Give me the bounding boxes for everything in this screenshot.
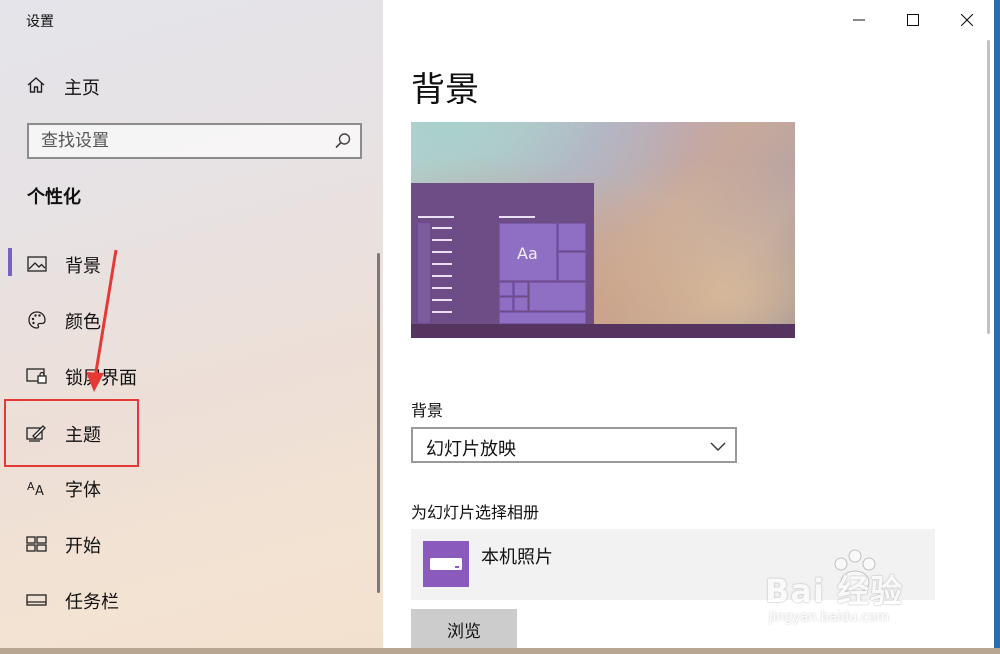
close-icon — [961, 14, 973, 26]
minimize-button[interactable] — [832, 0, 886, 40]
sidebar-scrollbar[interactable] — [377, 253, 380, 593]
preview-sample-text: Aa — [517, 244, 538, 263]
search-box[interactable] — [27, 123, 362, 159]
preview-tile — [514, 297, 528, 311]
background-type-value: 幻灯片放映 — [426, 439, 516, 460]
sidebar-item-lock-screen[interactable]: 锁屏界面 — [0, 356, 370, 396]
sidebar-item-label: 锁屏界面 — [65, 368, 137, 389]
sidebar-item-colors[interactable]: 颜色 — [0, 300, 370, 340]
preview-line — [418, 216, 454, 218]
window-edge-right — [994, 0, 1000, 654]
sidebar-item-label: 任务栏 — [65, 592, 119, 613]
sidebar-item-label: 背景 — [65, 256, 101, 277]
preview-line — [432, 299, 452, 301]
background-type-dropdown[interactable]: 幻灯片放映 — [411, 427, 737, 463]
preview-line — [432, 287, 452, 289]
svg-text:A: A — [35, 484, 44, 497]
sidebar-item-start[interactable]: 开始 — [0, 524, 370, 564]
preview-tile — [558, 252, 586, 281]
settings-window: 设置 主页 个性化 背景 颜色 — [0, 0, 994, 648]
home-label: 主页 — [64, 78, 100, 99]
sidebar-item-fonts[interactable]: AA 字体 — [0, 468, 370, 508]
palette-icon — [26, 310, 48, 330]
preview-line — [432, 311, 452, 313]
preview-line — [432, 275, 452, 277]
main-content: 背景 Aa 背景 幻灯片放映 为幻灯片选择相册 本机照片 浏览 — [383, 0, 994, 648]
chevron-down-icon — [710, 438, 726, 457]
sidebar-item-label: 开始 — [65, 536, 101, 557]
maximize-button[interactable] — [886, 0, 940, 40]
app-title: 设置 — [26, 14, 54, 30]
font-icon: AA — [26, 478, 48, 498]
theme-brush-icon — [26, 423, 48, 443]
lock-screen-icon — [26, 366, 48, 386]
sidebar-item-themes[interactable]: 主题 — [0, 413, 370, 453]
preview-taskbar — [411, 324, 795, 338]
album-item[interactable]: 本机照片 — [411, 529, 935, 600]
preview-line — [432, 239, 452, 241]
album-name: 本机照片 — [481, 547, 553, 568]
browse-button[interactable]: 浏览 — [411, 609, 517, 648]
preview-line — [499, 216, 535, 218]
maximize-icon — [907, 14, 919, 26]
background-preview: Aa — [411, 122, 795, 338]
preview-line — [432, 251, 452, 253]
preview-tile-wide — [499, 312, 586, 324]
preview-line — [432, 263, 452, 265]
sidebar-item-label: 颜色 — [65, 312, 101, 333]
preview-tile-large: Aa — [499, 223, 557, 281]
preview-line — [432, 227, 452, 229]
sidebar-item-taskbar[interactable]: 任务栏 — [0, 580, 370, 620]
start-grid-icon — [26, 534, 48, 554]
svg-text:A: A — [27, 480, 35, 493]
window-edge-bottom — [0, 648, 1000, 654]
preview-tile — [514, 282, 528, 296]
preview-tile — [499, 297, 513, 311]
taskbar-icon — [26, 590, 48, 610]
preview-icon-column — [418, 223, 430, 323]
search-icon[interactable] — [334, 132, 352, 154]
main-scrollbar[interactable] — [987, 40, 990, 334]
sidebar: 设置 主页 个性化 背景 颜色 — [0, 0, 383, 648]
preview-tile-wide — [529, 282, 586, 311]
section-title: 个性化 — [27, 187, 81, 208]
preview-start-menu: Aa — [411, 183, 594, 324]
home-icon — [26, 75, 46, 100]
picture-icon — [26, 254, 48, 274]
sidebar-item-label: 字体 — [65, 480, 101, 501]
sidebar-item-background[interactable]: 背景 — [0, 244, 370, 284]
page-title: 背景 — [411, 70, 479, 110]
window-controls — [832, 0, 994, 40]
search-input[interactable] — [29, 125, 331, 157]
preview-tile — [558, 223, 586, 251]
preview-tile — [499, 282, 513, 296]
folder-icon — [423, 541, 469, 587]
minimize-icon — [853, 19, 865, 21]
background-type-label: 背景 — [411, 401, 444, 420]
sidebar-item-label: 主题 — [65, 425, 101, 446]
home-link[interactable]: 主页 — [26, 73, 100, 101]
close-button[interactable] — [940, 0, 994, 40]
album-label: 为幻灯片选择相册 — [411, 503, 540, 522]
